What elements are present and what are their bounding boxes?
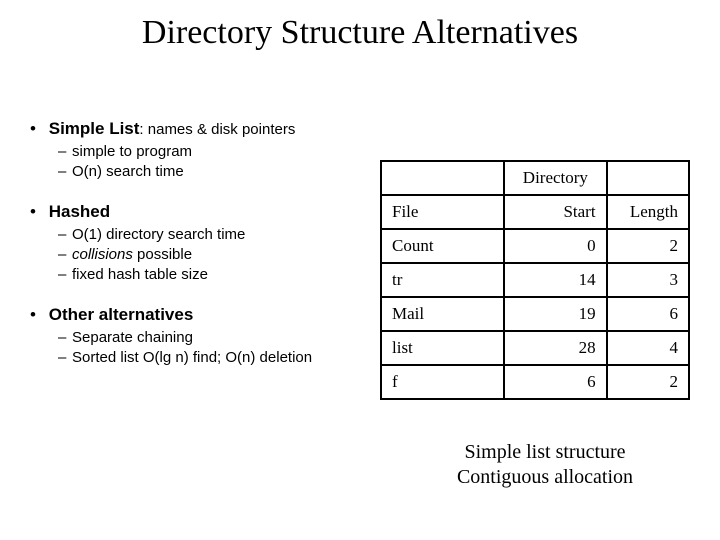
cell-start: 14 xyxy=(504,263,606,297)
sub-bullet: –Separate chaining xyxy=(58,329,385,346)
slide: Directory Structure Alternatives • Simpl… xyxy=(0,0,720,540)
cell-file: f xyxy=(381,365,504,399)
table-row: tr 14 3 xyxy=(381,263,689,297)
cell-file: Mail xyxy=(381,297,504,331)
sub-text: Sorted list O(lg n) find; O(n) deletion xyxy=(72,349,312,366)
bullet-simple-list: • Simple List: names & disk pointers xyxy=(30,119,385,139)
dash-marker: – xyxy=(58,143,72,160)
bullet-marker: • xyxy=(30,305,44,325)
sub-text: possible xyxy=(133,246,192,263)
sub-bullet: –simple to program xyxy=(58,143,385,160)
dash-marker: – xyxy=(58,349,72,366)
table-caption: Simple list structure Contiguous allocat… xyxy=(400,440,690,490)
table-title-blank-right xyxy=(607,161,689,195)
bullet-label: Other alternatives xyxy=(49,305,194,324)
bullet-list: • Simple List: names & disk pointers –si… xyxy=(30,119,385,366)
col-length-header: Length xyxy=(607,195,689,229)
cell-length: 2 xyxy=(607,229,689,263)
col-start-header: Start xyxy=(504,195,606,229)
cell-start: 19 xyxy=(504,297,606,331)
dash-marker: – xyxy=(58,246,72,263)
dash-marker: – xyxy=(58,226,72,243)
bullet-label: Simple List xyxy=(49,119,140,138)
table-header-row: File Start Length xyxy=(381,195,689,229)
bullet-other: • Other alternatives xyxy=(30,305,385,325)
cell-start: 0 xyxy=(504,229,606,263)
cell-file: tr xyxy=(381,263,504,297)
dash-marker: – xyxy=(58,163,72,180)
table-title-row: Directory xyxy=(381,161,689,195)
cell-file: Count xyxy=(381,229,504,263)
table-row: Count 0 2 xyxy=(381,229,689,263)
sub-text: O(n) search time xyxy=(72,163,184,180)
table-title-label: Directory xyxy=(504,161,606,195)
sub-bullet: –O(n) search time xyxy=(58,163,385,180)
cell-file: list xyxy=(381,331,504,365)
sub-text: Separate chaining xyxy=(72,329,193,346)
dash-marker: – xyxy=(58,329,72,346)
cell-length: 2 xyxy=(607,365,689,399)
dash-marker: – xyxy=(58,266,72,283)
sub-text: simple to program xyxy=(72,143,192,160)
bullet-label: Hashed xyxy=(49,202,110,221)
caption-line1: Simple list structure xyxy=(464,441,625,463)
cell-length: 6 xyxy=(607,297,689,331)
sub-bullet: –O(1) directory search time xyxy=(58,226,385,243)
bullet-marker: • xyxy=(30,202,44,222)
table-row: f 6 2 xyxy=(381,365,689,399)
directory-table-wrap: Directory File Start Length Count 0 2 tr… xyxy=(380,160,690,400)
caption-line2: Contiguous allocation xyxy=(457,466,633,488)
table-row: list 28 4 xyxy=(381,331,689,365)
directory-table: Directory File Start Length Count 0 2 tr… xyxy=(380,160,690,400)
bullet-hashed: • Hashed xyxy=(30,202,385,222)
col-file-header: File xyxy=(381,195,504,229)
sub-text-italic: collisions xyxy=(72,246,133,263)
cell-length: 4 xyxy=(607,331,689,365)
table-row: Mail 19 6 xyxy=(381,297,689,331)
cell-start: 6 xyxy=(504,365,606,399)
slide-title: Directory Structure Alternatives xyxy=(0,0,720,52)
sub-text: fixed hash table size xyxy=(72,266,208,283)
sub-text: O(1) directory search time xyxy=(72,226,245,243)
sub-bullet: –fixed hash table size xyxy=(58,266,385,283)
table-title-blank-left xyxy=(381,161,504,195)
sub-bullet: –collisions possible xyxy=(58,246,385,263)
cell-length: 3 xyxy=(607,263,689,297)
bullet-suffix: : names & disk pointers xyxy=(139,121,295,138)
sub-bullet: –Sorted list O(lg n) find; O(n) deletion xyxy=(58,349,385,366)
cell-start: 28 xyxy=(504,331,606,365)
bullet-marker: • xyxy=(30,119,44,139)
